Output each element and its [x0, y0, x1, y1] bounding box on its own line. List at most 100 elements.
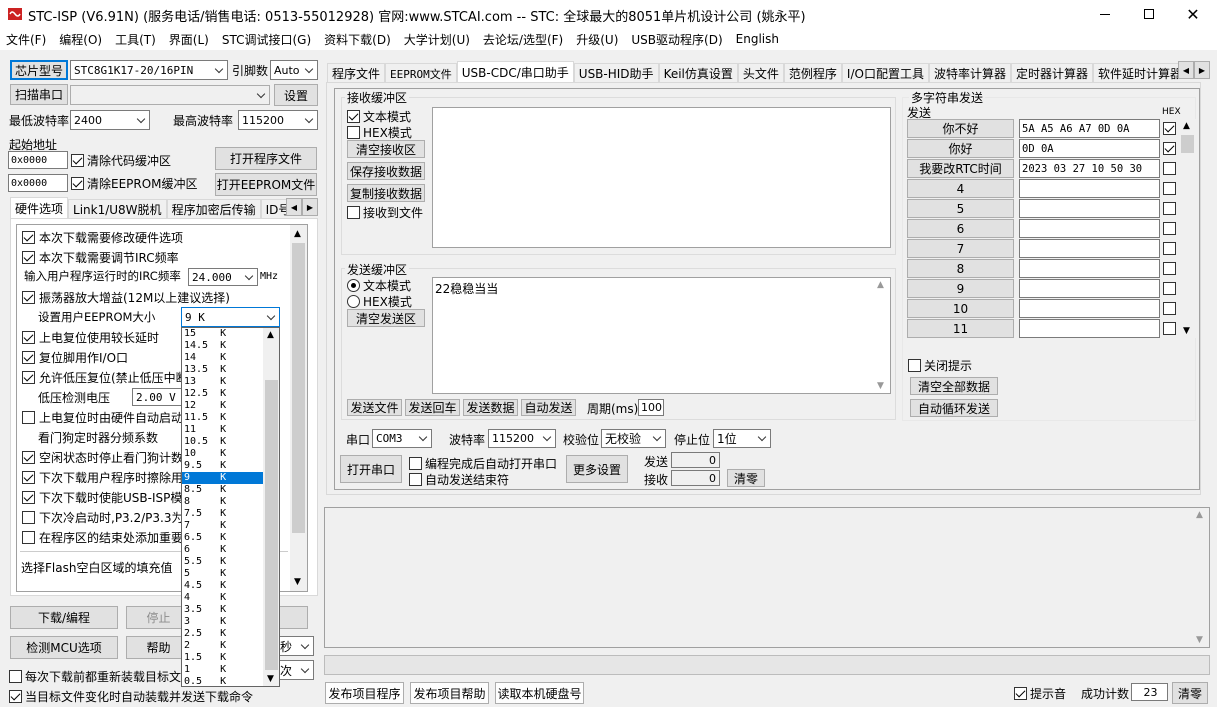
- hw-option-checkbox[interactable]: [22, 511, 35, 524]
- clear-eeprom-checkbox[interactable]: [71, 177, 84, 190]
- irc-freq-select[interactable]: 24.000: [188, 268, 258, 286]
- eeprom-size-option[interactable]: 4 K: [182, 592, 263, 604]
- eeprom-size-option[interactable]: 8.5 K: [182, 484, 263, 496]
- eeprom-size-option[interactable]: 7.5 K: [182, 508, 263, 520]
- auto-reload-checkbox[interactable]: [9, 690, 22, 703]
- scroll-thumb[interactable]: [292, 243, 305, 533]
- eeprom-size-option[interactable]: 13.5 K: [182, 364, 263, 376]
- menu-program[interactable]: 编程(O): [59, 31, 102, 48]
- chip-model-select[interactable]: STC8G1K17-20/16PIN: [70, 60, 228, 80]
- clear-all-data-button[interactable]: 清空全部数据: [910, 377, 998, 395]
- maximize-icon[interactable]: [1126, 0, 1172, 28]
- hw-option-low-voltage-reset[interactable]: 允许低压复位(禁止低压中断): [22, 369, 192, 386]
- scroll-thumb[interactable]: [1181, 135, 1194, 153]
- multi-send-hex-checkbox[interactable]: [1163, 262, 1176, 275]
- eeprom-size-option[interactable]: 1.5 K: [182, 652, 263, 664]
- menu-download[interactable]: 资料下载(D): [324, 31, 391, 48]
- tab-scroll-left-icon[interactable]: ◀: [286, 198, 302, 216]
- scroll-down-icon[interactable]: ▼: [294, 577, 301, 587]
- hw-option-modify[interactable]: 本次下载需要修改硬件选项: [22, 229, 183, 246]
- multi-send-hex-checkbox[interactable]: [1163, 202, 1176, 215]
- multi-send-button[interactable]: 5: [907, 199, 1014, 218]
- code-address-input[interactable]: 0x0000: [8, 151, 68, 169]
- multi-send-button[interactable]: 6: [907, 219, 1014, 238]
- send-file-button[interactable]: 发送文件: [347, 399, 402, 416]
- multi-send-input[interactable]: [1019, 199, 1160, 218]
- hw-option-usb-isp[interactable]: 下次下载时使能USB-ISP模式: [22, 489, 194, 506]
- tab-keil-settings[interactable]: Keil仿真设置: [658, 63, 738, 83]
- multi-send-button[interactable]: 11: [907, 319, 1014, 338]
- chip-model-button[interactable]: 芯片型号: [10, 60, 68, 80]
- scroll-up-icon[interactable]: ▲: [877, 280, 884, 290]
- multi-send-button[interactable]: 我要改RTC时间: [907, 159, 1014, 178]
- hw-option-checkbox[interactable]: [22, 291, 35, 304]
- multi-send-scrollbar[interactable]: ▲ ▼: [1179, 119, 1196, 338]
- scan-port-button[interactable]: 扫描串口: [10, 84, 68, 105]
- multi-send-input[interactable]: [1019, 319, 1160, 338]
- multi-send-button[interactable]: 10: [907, 299, 1014, 318]
- save-receive-button[interactable]: 保存接收数据: [347, 162, 425, 180]
- eeprom-size-option[interactable]: 9 K: [182, 472, 263, 484]
- read-disk-button[interactable]: 读取本机硬盘号: [495, 682, 584, 704]
- clear-receive-button[interactable]: 清空接收区: [347, 140, 425, 158]
- max-baud-select[interactable]: 115200: [238, 110, 318, 130]
- multi-send-button[interactable]: 8: [907, 259, 1014, 278]
- output-log[interactable]: [324, 507, 1210, 648]
- hw-option-osc-gain[interactable]: 振荡器放大增益(12M以上建议选择): [22, 289, 230, 306]
- open-eeprom-button[interactable]: 打开EEPROM文件: [215, 173, 317, 196]
- copy-receive-button[interactable]: 复制接收数据: [347, 184, 425, 202]
- sound-checkbox[interactable]: [1014, 687, 1027, 700]
- eeprom-size-option[interactable]: 10.5 K: [182, 436, 263, 448]
- auto-loop-send-button[interactable]: 自动循环发送: [910, 399, 998, 417]
- hardware-options-scrollbar[interactable]: ▲ ▼: [290, 225, 307, 591]
- menu-university[interactable]: 大学计划(U): [404, 31, 470, 48]
- tab-scroll-left-icon[interactable]: ◀: [1178, 61, 1194, 79]
- auto-end-checkbox[interactable]: [409, 473, 422, 486]
- clear-success-button[interactable]: 清零: [1172, 682, 1208, 704]
- hw-option-checkbox[interactable]: [22, 451, 35, 464]
- hw-option-checkbox[interactable]: [22, 251, 35, 264]
- sound-option[interactable]: 提示音: [1014, 685, 1066, 702]
- multi-send-hex-checkbox[interactable]: [1163, 142, 1176, 155]
- auto-send-button[interactable]: 自动发送: [521, 399, 576, 416]
- eeprom-size-option[interactable]: 12.5 K: [182, 388, 263, 400]
- eeprom-size-select[interactable]: 9 K: [181, 307, 280, 327]
- tab-encrypted-transfer[interactable]: 程序加密后传输: [166, 199, 261, 219]
- tab-header-file[interactable]: 头文件: [737, 63, 784, 83]
- send-hex-mode-option[interactable]: HEX模式: [347, 293, 412, 310]
- eeprom-size-option[interactable]: 6.5 K: [182, 532, 263, 544]
- recv-text-mode-checkbox[interactable]: [347, 110, 360, 123]
- multi-send-input[interactable]: [1019, 279, 1160, 298]
- multi-send-button[interactable]: 9: [907, 279, 1014, 298]
- hw-option-checkbox[interactable]: [22, 491, 35, 504]
- tab-program-file[interactable]: 程序文件: [327, 63, 386, 83]
- min-baud-select[interactable]: 2400: [70, 110, 150, 130]
- output-log-scrollbar[interactable]: ▲ ▼: [1192, 508, 1209, 647]
- tab-usb-cdc-serial[interactable]: USB-CDC/串口助手: [456, 61, 574, 83]
- menu-forum[interactable]: 去论坛/选型(F): [483, 31, 563, 48]
- multi-send-button[interactable]: 4: [907, 179, 1014, 198]
- stop-bits-select[interactable]: 1位: [713, 429, 771, 448]
- scroll-up-icon[interactable]: ▲: [294, 229, 301, 239]
- eeprom-size-option[interactable]: 1 K: [182, 664, 263, 676]
- send-hex-mode-radio[interactable]: [347, 295, 360, 308]
- tab-timer-calc[interactable]: 定时器计算器: [1010, 63, 1093, 83]
- auto-open-option[interactable]: 编程完成后自动打开串口: [409, 455, 557, 472]
- tab-io-config[interactable]: I/O口配置工具: [841, 63, 929, 83]
- send-data-button[interactable]: 发送数据: [463, 399, 518, 416]
- eeprom-size-option[interactable]: 10 K: [182, 448, 263, 460]
- multi-send-input[interactable]: [1019, 259, 1160, 278]
- multi-send-hex-checkbox[interactable]: [1163, 122, 1176, 135]
- eeprom-size-option[interactable]: 5 K: [182, 568, 263, 580]
- recv-to-file-checkbox[interactable]: [347, 206, 360, 219]
- eeprom-size-option[interactable]: 14.5 K: [182, 340, 263, 352]
- receive-textarea[interactable]: [432, 107, 891, 248]
- clear-eeprom-option[interactable]: 清除EEPROM缓冲区: [71, 175, 198, 192]
- hw-option-checkbox[interactable]: [22, 411, 35, 424]
- menu-usb-driver[interactable]: USB驱动程序(D): [631, 31, 722, 48]
- multi-send-hex-checkbox[interactable]: [1163, 242, 1176, 255]
- close-tip-option[interactable]: 关闭提示: [908, 357, 972, 374]
- open-serial-button[interactable]: 打开串口: [340, 455, 402, 483]
- close-tip-checkbox[interactable]: [908, 359, 921, 372]
- multi-send-button[interactable]: 你好: [907, 139, 1014, 158]
